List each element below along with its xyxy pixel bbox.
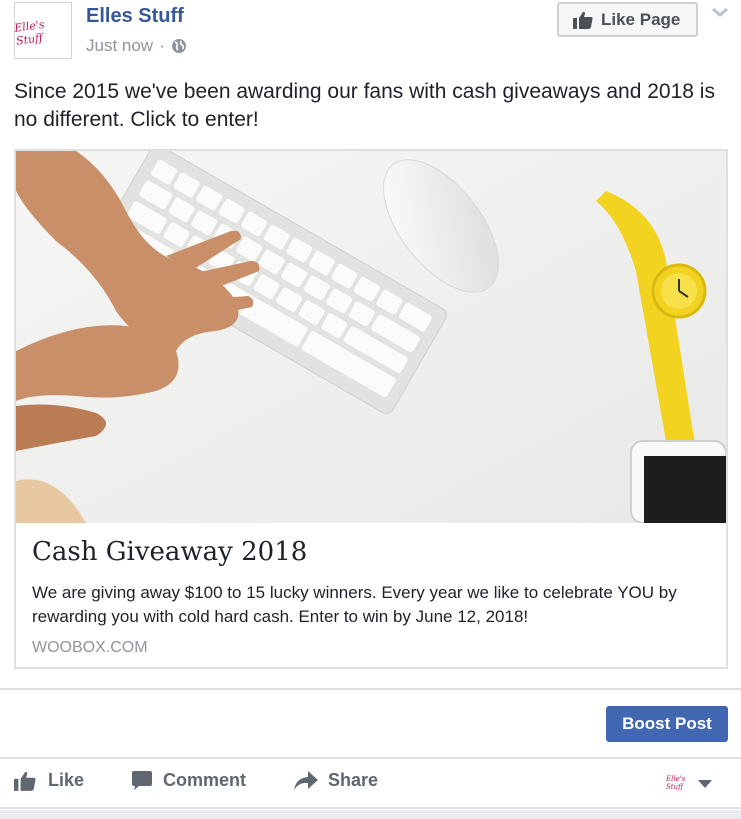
thumbs-up-icon (14, 771, 36, 791)
globe-icon[interactable] (171, 38, 187, 54)
share-button[interactable]: Share (294, 770, 378, 791)
feed-background (0, 810, 741, 819)
page-name-link[interactable]: Elles Stuff (86, 5, 184, 28)
link-preview-image[interactable] (16, 151, 726, 523)
avatar-text: Elle's Stuff (13, 17, 46, 48)
chevron-down-icon[interactable] (710, 2, 730, 22)
divider-top (0, 688, 741, 690)
post-meta: Just now · (86, 36, 187, 56)
thumbs-up-icon (573, 11, 593, 29)
comment-button[interactable]: Comment (131, 770, 246, 791)
caret-down-icon[interactable] (698, 780, 712, 788)
like-page-label: Like Page (601, 9, 681, 29)
post-as-avatar[interactable]: Elle's Stuff (666, 775, 694, 791)
like-label: Like (48, 770, 85, 790)
timestamp[interactable]: Just now (86, 36, 153, 56)
share-label: Share (328, 770, 379, 790)
page-avatar[interactable]: Elle's Stuff (13, 2, 72, 59)
link-description: We are giving away $100 to 15 lucky winn… (32, 583, 677, 626)
desk-photo (16, 151, 726, 523)
phone (630, 440, 726, 523)
meta-separator: · (159, 36, 165, 55)
like-page-button[interactable]: Like Page (557, 2, 698, 37)
link-preview-card[interactable]: Cash Giveaway 2018 We are giving away $1… (14, 149, 728, 669)
divider-bottom (0, 807, 741, 809)
comment-icon (132, 770, 152, 790)
comment-label: Comment (163, 770, 247, 790)
divider-middle (0, 757, 741, 759)
boost-post-button[interactable]: Boost Post (606, 706, 728, 742)
share-icon (294, 770, 318, 790)
link-title[interactable]: Cash Giveaway 2018 (32, 537, 307, 567)
post-text: Since 2015 we've been awarding our fans … (14, 80, 715, 131)
link-domain: WOOBOX.COM (32, 639, 148, 656)
like-button[interactable]: Like (14, 770, 84, 791)
